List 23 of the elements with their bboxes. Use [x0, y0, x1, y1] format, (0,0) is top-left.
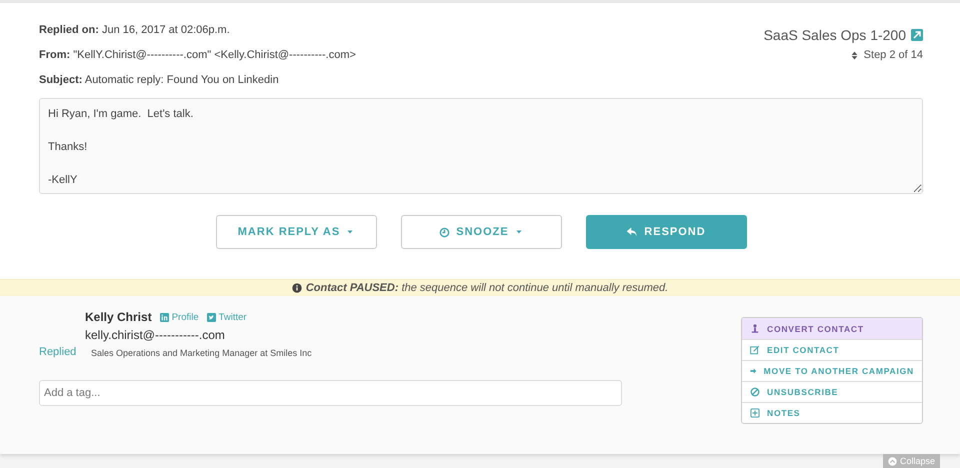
respond-button[interactable]: RESPOND — [586, 215, 746, 249]
job-title: Sales Operations and Marketing Manager at Smiles Inc — [90, 348, 313, 358]
profile-link[interactable]: Profile — [160, 312, 199, 322]
meta-line: From: "KellY.Chirist@----------.com" <Kelly.Chirist@----------.com> — [39, 48, 356, 63]
meta-line: Replied on: Jun 16, 2017 at 02:06p.m. — [39, 23, 231, 38]
action-item[interactable]: NOTES — [742, 402, 922, 423]
meta-line: Subject: Automatic reply: Found You on Linkedin — [39, 73, 280, 88]
tag-field[interactable]: Add a tag... — [39, 380, 622, 406]
contact-email: kelly.chirist@-----------.com — [85, 328, 226, 342]
collapse-button[interactable]: Collapse — [882, 454, 940, 468]
action-item[interactable]: EDIT CONTACT — [742, 339, 922, 360]
paused-notice: Contact PAUSED: the sequence will not continue until manually resumed. — [306, 282, 668, 294]
action-item[interactable]: UNSUBSCRIBE — [742, 381, 922, 402]
step-indicator: Step 2 of 14 — [864, 49, 923, 61]
mark-button[interactable]: MARK REPLY AS — [216, 215, 376, 249]
profile-link[interactable]: Twitter — [206, 312, 247, 322]
contact-name: Kelly Christ — [85, 310, 152, 324]
status-label: Replied — [39, 346, 78, 358]
snooze-button[interactable]: SNOOZE — [400, 215, 562, 249]
action-item[interactable]: CONVERT CONTACT — [742, 318, 922, 339]
action-item[interactable]: MOVE TO ANOTHER CAMPAIGN — [742, 360, 922, 381]
campaign-name: SaaS Sales Ops 1-200 — [764, 27, 906, 43]
message-field[interactable]: Hi Ryan, I'm game. Let's talk. Thanks! -KellY — [39, 98, 923, 194]
